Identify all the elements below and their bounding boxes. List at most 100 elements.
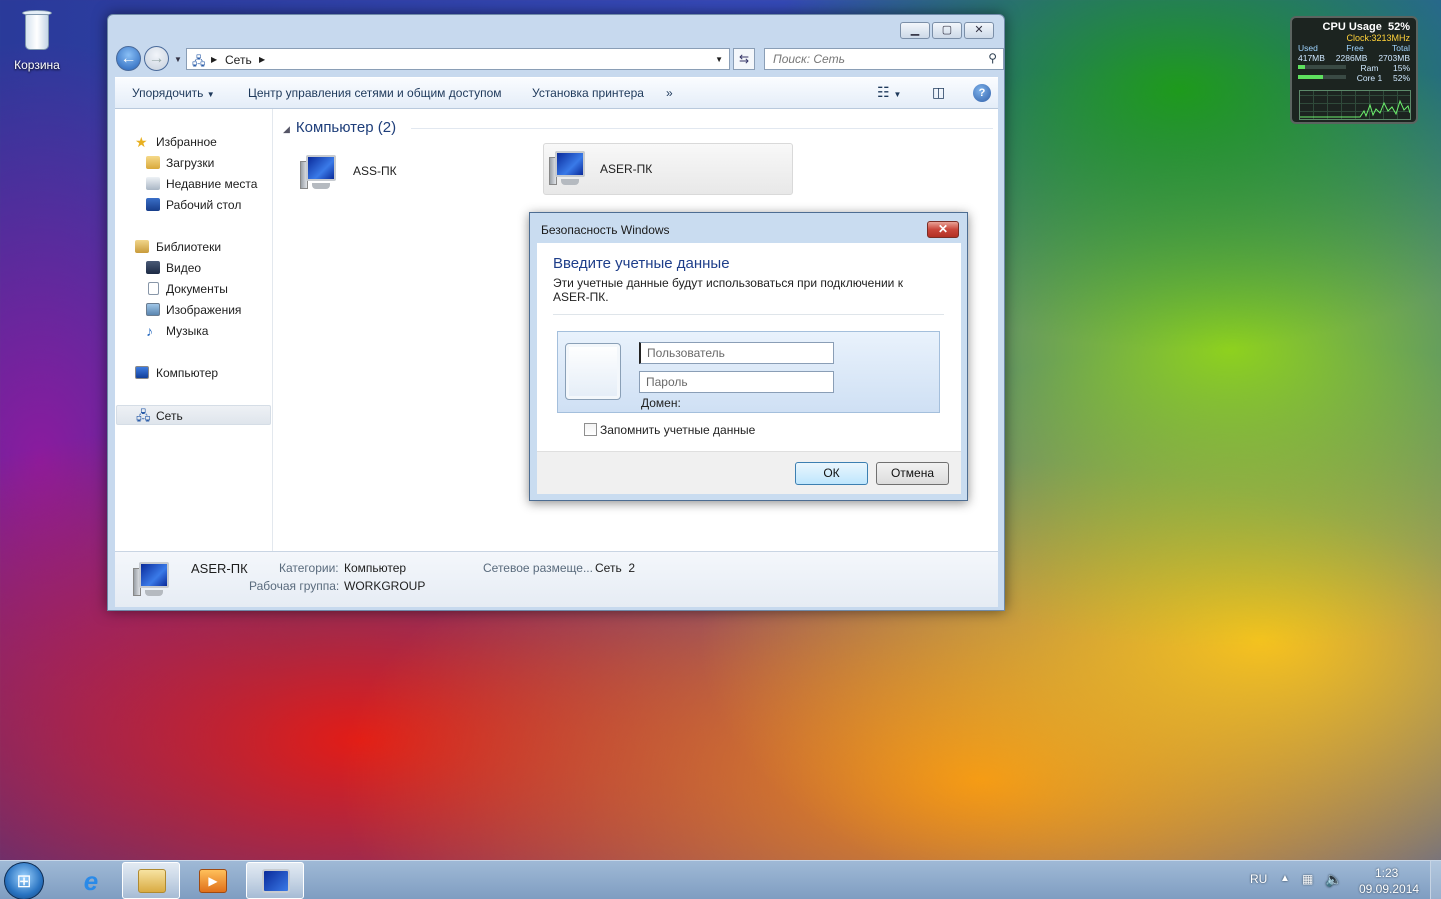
details-category-label: Категории: <box>279 561 339 575</box>
dialog-footer: ОК Отмена <box>537 451 961 494</box>
help-icon[interactable]: ? <box>973 84 991 102</box>
nav-network[interactable]: 🖧 Сеть <box>116 405 271 425</box>
network-center-button[interactable]: Центр управления сетями и общим доступом <box>248 86 502 100</box>
nav-favorites[interactable]: ★ Избранное <box>115 132 273 152</box>
nav-libraries[interactable]: Библиотеки <box>115 237 273 257</box>
search-icon[interactable]: ⚲ <box>988 51 997 65</box>
credential-tile-panel[interactable]: Пользователь Пароль Домен: <box>557 331 940 413</box>
breadcrumb-network[interactable]: Сеть <box>225 53 252 67</box>
recycle-bin-desktop-icon[interactable]: Корзина <box>10 8 64 72</box>
taskbar: ⊞ e ▶ RU ▲ ▦ 🔈 1:23 09.09.2014 <box>0 860 1441 899</box>
nav-downloads[interactable]: Загрузки <box>115 153 273 173</box>
dialog-description: Эти учетные данные будут использоваться … <box>553 276 903 304</box>
details-name: ASER-ПК <box>191 561 248 576</box>
windows-security-dialog[interactable]: Безопасность Windows ✕ Введите учетные д… <box>529 212 968 501</box>
computer-monitor-icon <box>300 153 340 193</box>
details-workgroup-value: WORKGROUP <box>344 579 426 593</box>
recycle-bin-label: Корзина <box>14 58 60 72</box>
music-icon: ♪ <box>146 323 153 339</box>
gadget-clock: Clock:3213MHz <box>1346 33 1410 43</box>
dialog-heading: Введите учетные данные <box>553 255 730 272</box>
details-workgroup-label: Рабочая группа: <box>249 579 340 593</box>
taskbar-internet-explorer[interactable]: e <box>61 862 119 899</box>
organize-dropdown-icon: ▼ <box>206 90 215 99</box>
nav-desktop[interactable]: Рабочий стол <box>115 195 273 215</box>
view-options-icon[interactable]: ☷ ▼ <box>877 84 901 101</box>
dialog-close-button[interactable]: ✕ <box>927 221 959 238</box>
computer-icon <box>135 366 149 379</box>
organize-button[interactable]: Упорядочить ▼ <box>132 86 215 100</box>
minimize-button[interactable]: ▁ <box>900 22 930 39</box>
dialog-title: Безопасность Windows <box>541 223 670 237</box>
refresh-button[interactable]: ⇆ <box>733 48 755 70</box>
folder-icon <box>138 869 166 893</box>
star-icon: ★ <box>135 134 148 150</box>
nav-video[interactable]: Видео <box>115 258 273 278</box>
address-bar[interactable]: 🖧 ▶ Сеть ▶ ▼ <box>186 48 730 70</box>
cancel-button[interactable]: Отмена <box>876 462 949 485</box>
command-bar: Упорядочить ▼ Центр управления сетями и … <box>115 77 998 109</box>
taskbar-explorer[interactable] <box>122 862 180 899</box>
username-input[interactable]: Пользователь <box>639 342 834 364</box>
recent-pages-dropdown-icon[interactable]: ▼ <box>174 55 182 64</box>
computer-name: ASER-ПК <box>600 162 653 176</box>
downloads-folder-icon <box>146 156 160 169</box>
show-desktop-button[interactable] <box>1430 861 1441 899</box>
search-placeholder: Поиск: Сеть <box>773 52 845 66</box>
computer-name: ASS-ПК <box>353 164 397 178</box>
taskbar-network-logon[interactable] <box>246 862 304 899</box>
show-hidden-icons-icon[interactable]: ▲ <box>1280 873 1290 884</box>
breadcrumb-separator-icon[interactable]: ▶ <box>211 55 217 64</box>
add-printer-button[interactable]: Установка принтера <box>532 86 644 100</box>
computer-item[interactable]: ASS-ПК <box>290 147 520 199</box>
network-computer-icon <box>262 869 290 893</box>
gadget-mem-headers: Used Free Total <box>1298 43 1410 53</box>
documents-icon <box>148 282 159 295</box>
volume-icon[interactable]: 🔈 <box>1325 871 1342 888</box>
cpu-history-graph <box>1299 90 1411 120</box>
images-icon <box>146 303 160 316</box>
nav-images[interactable]: Изображения <box>115 300 273 320</box>
remember-credentials-label[interactable]: Запомнить учетные данные <box>600 423 755 437</box>
nav-computer[interactable]: Компьютер <box>115 363 273 383</box>
back-button[interactable]: ← <box>116 46 141 71</box>
core-bar <box>1298 75 1346 79</box>
nav-recent-places[interactable]: Недавние места <box>115 174 273 194</box>
search-input[interactable]: Поиск: Сеть ⚲ <box>764 48 1004 70</box>
gadget-ram-row: Ram 15% <box>1298 63 1410 73</box>
start-button[interactable]: ⊞ <box>4 862 44 899</box>
computer-monitor-icon <box>549 149 589 189</box>
media-player-icon: ▶ <box>199 869 227 893</box>
address-dropdown-icon[interactable]: ▼ <box>715 55 723 64</box>
close-button[interactable]: ✕ <box>964 22 994 39</box>
clock-time[interactable]: 1:23 <box>1375 866 1398 880</box>
recycle-bin-icon <box>22 8 52 52</box>
details-category-value: Компьютер <box>344 561 407 575</box>
password-input[interactable]: Пароль <box>639 371 834 393</box>
nav-music[interactable]: ♪ Музыка <box>115 321 273 341</box>
nav-documents[interactable]: Документы <box>115 279 273 299</box>
collapse-group-icon[interactable]: ◢ <box>283 124 290 134</box>
network-tray-icon[interactable]: ▦ <box>1302 872 1313 886</box>
maximize-button[interactable]: ▢ <box>932 22 962 39</box>
clock-date[interactable]: 09.09.2014 <box>1359 882 1419 896</box>
network-icon: 🖧 <box>136 408 151 423</box>
breadcrumb-chevron-icon[interactable]: ▶ <box>259 55 265 64</box>
remember-credentials-checkbox[interactable] <box>584 423 597 436</box>
gadget-mem-values: 417MB 2286MB 2703MB <box>1298 53 1410 63</box>
recent-places-icon <box>146 177 160 190</box>
ok-button[interactable]: ОК <box>795 462 868 485</box>
more-commands-button[interactable]: » <box>666 86 673 100</box>
group-header-computers[interactable]: ◢ Компьютер (2) <box>283 119 993 139</box>
libraries-icon <box>135 240 149 253</box>
language-indicator[interactable]: RU <box>1250 872 1267 886</box>
domain-label: Домен: <box>641 396 681 410</box>
forward-button[interactable]: → <box>144 46 169 71</box>
taskbar-media-player[interactable]: ▶ <box>183 862 241 899</box>
cpu-usage-gadget[interactable]: CPU Usage 52% Clock:3213MHz Used Free Tota… <box>1290 16 1418 124</box>
windows-logo-icon: ⊞ <box>16 871 32 891</box>
dialog-body: Введите учетные данные Эти учетные данны… <box>537 243 961 451</box>
computer-item-selected[interactable]: ASER-ПК <box>543 143 793 195</box>
preview-pane-icon[interactable]: ◫ <box>932 84 945 101</box>
details-location-label: Сетевое размеще... <box>483 561 593 575</box>
